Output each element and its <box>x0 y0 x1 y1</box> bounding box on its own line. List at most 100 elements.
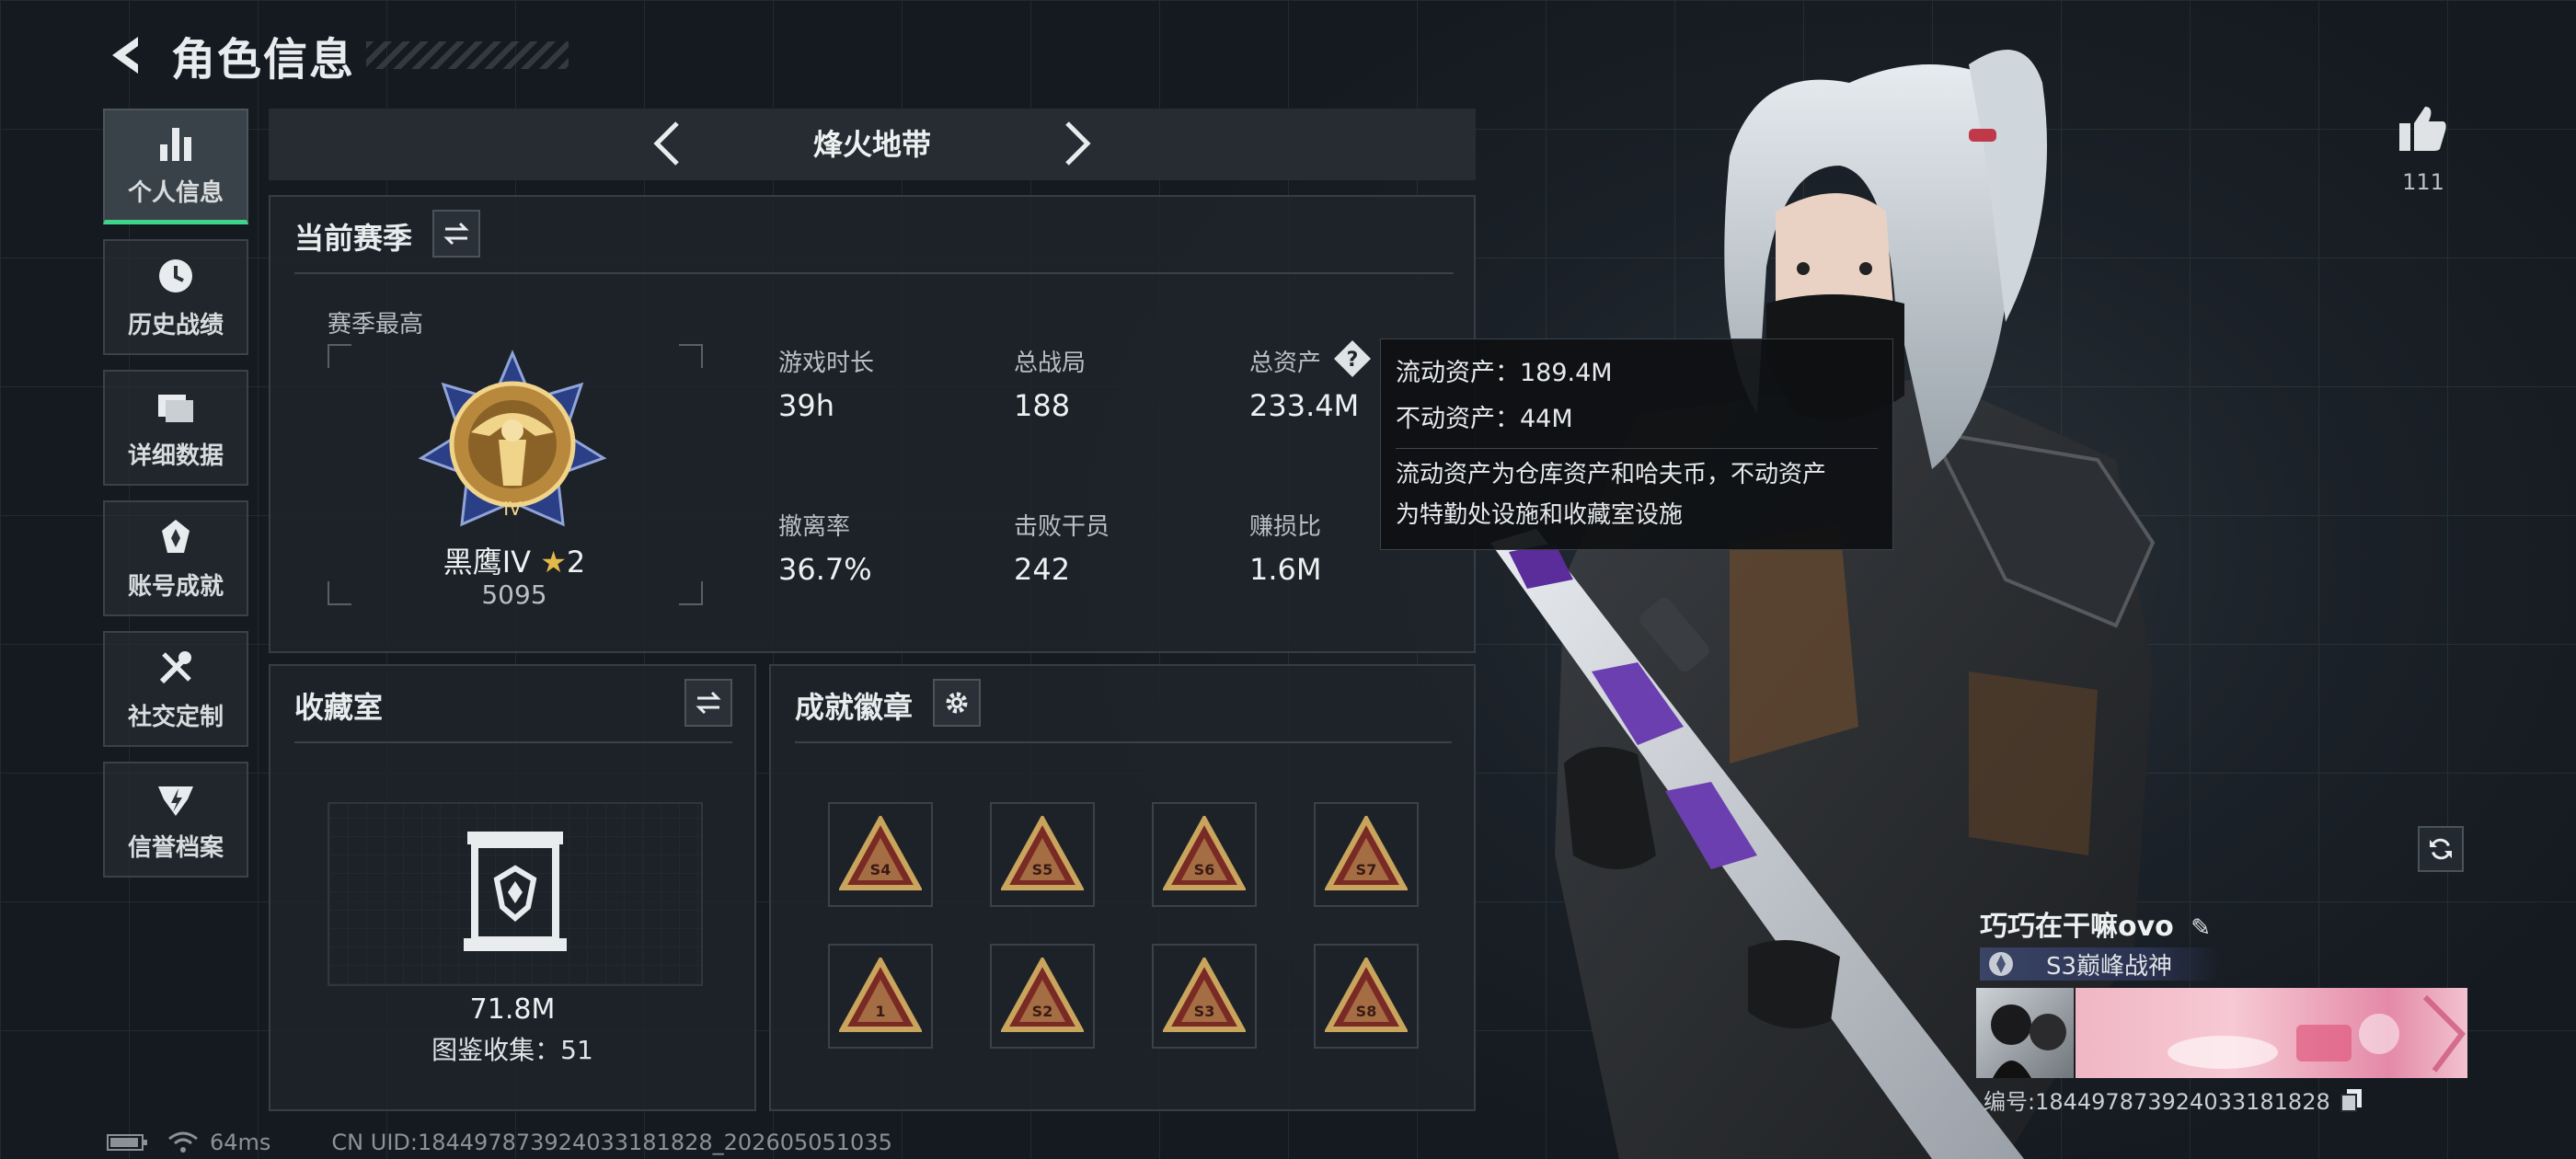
rank-score: 5095 <box>481 580 547 610</box>
tooltip-desc-line: 流动资产为仓库资产和哈夫币，不动资产 <box>1396 461 1827 488</box>
tooltip-liquid-assets: 流动资产：189.4M <box>1396 359 1613 387</box>
gear-icon <box>946 692 968 714</box>
stat-value: 188 <box>1014 388 1071 423</box>
tools-icon <box>159 650 191 683</box>
sidebar-item-label: 详细数据 <box>127 442 224 470</box>
refresh-button[interactable] <box>2418 826 2464 872</box>
achievement-badge[interactable]: S4 <box>828 802 933 907</box>
name-card-banner[interactable] <box>2076 988 2467 1078</box>
collection-count: 图鉴收集：51 <box>431 1035 593 1065</box>
swap-icon <box>696 691 721 715</box>
clock-icon <box>159 258 192 293</box>
sidebar-item-personal-info[interactable]: 个人信息 <box>103 109 248 224</box>
chevron-left-icon[interactable] <box>644 118 696 169</box>
sidebar-item-achievements[interactable]: 账号成就 <box>103 500 248 616</box>
stat-label: 撤离率 <box>778 513 851 541</box>
page-title: 角色信息 <box>171 34 356 86</box>
stat-value: 233.4M <box>1249 388 1360 423</box>
chevron-right-icon[interactable] <box>1049 118 1100 169</box>
achievement-badge[interactable]: 1 <box>828 944 933 1049</box>
stat-value: 1.6M <box>1249 552 1322 587</box>
badge-label: S7 <box>1356 861 1377 878</box>
ping-value: 64ms <box>210 1130 271 1155</box>
wifi-icon <box>168 1131 198 1153</box>
folder-icon <box>158 394 193 422</box>
achievement-badge[interactable]: S8 <box>1314 944 1419 1049</box>
achievement-badge[interactable]: S5 <box>990 802 1095 907</box>
bar-chart-icon <box>160 128 191 161</box>
season-best-label: 赛季最高 <box>328 311 424 339</box>
divider <box>294 741 732 743</box>
collection-preview[interactable] <box>328 802 703 986</box>
player-title: S3巅峰战神 <box>2046 952 2173 981</box>
badge-label: S4 <box>870 861 891 878</box>
mode-title: 烽火地带 <box>812 127 931 162</box>
stat-label: 总资产 <box>1249 350 1322 377</box>
back-arrow-icon[interactable] <box>101 31 149 79</box>
header: 角色信息 <box>101 18 569 92</box>
achievement-triangle-icon: S8 <box>1325 958 1408 1032</box>
sidebar-item-reputation[interactable]: 信誉档案 <box>103 762 248 878</box>
edit-pencil-icon[interactable]: ✎ <box>2191 914 2211 942</box>
sidebar-item-detailed-data[interactable]: 详细数据 <box>103 370 248 486</box>
sidebar-item-label: 账号成就 <box>127 572 224 601</box>
rank-line: 黑鹰IV ★2 <box>328 539 701 581</box>
achievement-badge[interactable]: S7 <box>1314 802 1419 907</box>
achievements-panel: 成就徽章 S4 S5 S6 S7 1 S2 S3 S8 <box>769 664 1476 1111</box>
stat-value: 36.7% <box>778 552 872 587</box>
player-id: 编号:1844978739240331818​28 <box>1984 1089 2330 1115</box>
swap-icon <box>443 222 469 246</box>
achievement-triangle-icon: S4 <box>839 816 922 890</box>
badge-label: S3 <box>1194 1003 1215 1020</box>
stat-label: 游戏时长 <box>778 350 875 377</box>
achievement-triangle-icon: S7 <box>1325 816 1408 890</box>
help-icon[interactable]: ? <box>1332 339 1373 379</box>
stat-value: 39h <box>778 388 834 423</box>
thumbs-up-icon[interactable] <box>2396 103 2449 155</box>
sidebar-item-social-custom[interactable]: 社交定制 <box>103 631 248 747</box>
achievement-badge[interactable]: S3 <box>1152 944 1257 1049</box>
collection-switch-button[interactable] <box>684 679 732 727</box>
rank-name: 黑鹰IV <box>443 545 532 580</box>
player-name-row: 巧巧在干嘛ovo ✎ <box>1980 903 2211 944</box>
tooltip-desc-line: 为特勤处设施和收藏室设施 <box>1396 501 1684 529</box>
player-name: 巧巧在干嘛ovo <box>1980 911 2174 943</box>
copy-icon[interactable] <box>2340 1087 2363 1113</box>
season-switch-button[interactable] <box>432 210 480 258</box>
collection-title: 收藏室 <box>294 690 384 725</box>
achievement-triangle-icon: S3 <box>1163 958 1246 1032</box>
tooltip-fixed-assets: 不动资产：44M <box>1396 405 1573 433</box>
title-stripe-decoration <box>366 41 569 69</box>
like-count: 111 <box>2402 169 2444 195</box>
sidebar-item-label: 个人信息 <box>127 179 224 207</box>
refresh-icon <box>2430 838 2452 860</box>
achievement-badge[interactable]: S6 <box>1152 802 1257 907</box>
rank-emblem-icon: IV <box>418 350 607 527</box>
achievement-triangle-icon: S6 <box>1163 816 1246 890</box>
shield-icon <box>158 786 193 816</box>
badge-label: S6 <box>1194 861 1215 878</box>
stat-label: 赚损比 <box>1249 513 1322 541</box>
battery-icon <box>107 1134 147 1151</box>
player-title-plate: S3巅峰战神 <box>1980 947 2221 981</box>
player-id-row: 编号:1844978739240331818​28 <box>1984 1084 2363 1116</box>
achievement-badge[interactable]: S2 <box>990 944 1095 1049</box>
sidebar-item-history[interactable]: 历史战绩 <box>103 239 248 355</box>
collection-panel: 收藏室 71.8M 图鉴收集：51 <box>269 664 756 1111</box>
achievement-triangle-icon: S2 <box>1001 958 1084 1032</box>
sidebar: 个人信息 历史战绩 详细数据 账号成就 社交定制 信誉档案 <box>103 109 250 892</box>
badge-label: S5 <box>1032 861 1053 878</box>
avatar[interactable] <box>1976 988 2074 1078</box>
status-bar: 64ms CN UID:1844978739240331818​28_20260… <box>107 1130 892 1155</box>
divider <box>795 741 1452 743</box>
star-icon: ★ <box>540 545 567 580</box>
frame-corner <box>679 344 703 368</box>
achievement-triangle-icon: 1 <box>839 958 922 1032</box>
achievements-settings-button[interactable] <box>933 679 981 727</box>
frame-corner <box>328 344 351 368</box>
svg-text:IV: IV <box>503 498 522 520</box>
badge-label: S2 <box>1032 1003 1053 1020</box>
season-title: 当前赛季 <box>294 221 413 256</box>
stat-label: 击败干员 <box>1014 513 1110 541</box>
badge-label: S8 <box>1356 1003 1377 1020</box>
